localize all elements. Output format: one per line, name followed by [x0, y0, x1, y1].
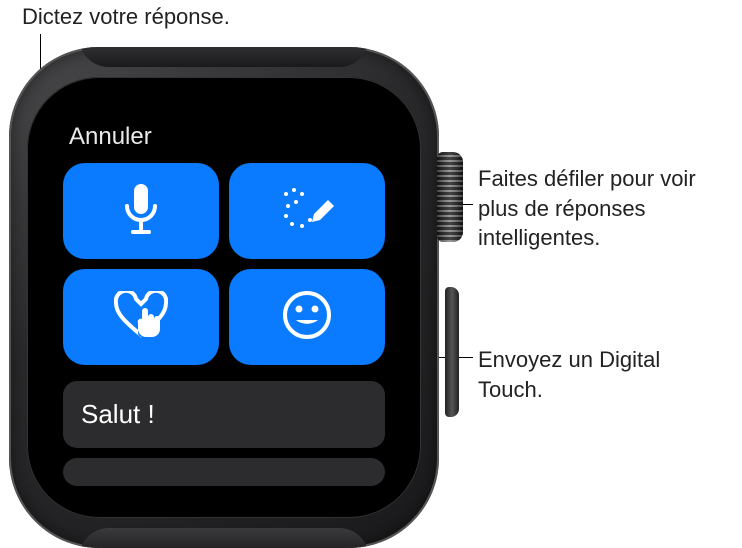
callout-scroll-text: Faites défiler pour voir plus de réponse… [478, 166, 696, 250]
digital-crown[interactable] [437, 152, 463, 242]
smart-reply-text: Salut ! [81, 399, 155, 429]
callout-dictate: Dictez votre réponse. [22, 2, 230, 32]
smart-reply-item[interactable]: Salut ! [63, 381, 385, 448]
callout-dictate-text: Dictez votre réponse. [22, 4, 230, 29]
digital-touch-icon [114, 291, 168, 344]
emoji-button[interactable] [229, 269, 385, 365]
cancel-button[interactable]: Annuler [49, 105, 399, 159]
reply-action-grid [49, 159, 399, 375]
watch-screen: Annuler [49, 105, 399, 515]
dictate-button[interactable] [63, 163, 219, 259]
microphone-icon [121, 182, 161, 241]
side-button[interactable] [445, 287, 459, 417]
callout-digital-touch: Envoyez un Digital Touch. [478, 345, 708, 404]
scribble-icon [278, 184, 336, 239]
digital-touch-button[interactable] [63, 269, 219, 365]
emoji-icon [282, 290, 332, 345]
callout-scroll: Faites défiler pour voir plus de réponse… [478, 164, 728, 253]
scribble-button[interactable] [229, 163, 385, 259]
cancel-label: Annuler [69, 123, 152, 150]
apple-watch-device: Annuler [9, 47, 461, 548]
smart-replies-list[interactable]: Salut ! [49, 375, 399, 486]
smart-reply-item[interactable] [63, 458, 385, 486]
callout-digital-touch-text: Envoyez un Digital Touch. [478, 347, 660, 402]
